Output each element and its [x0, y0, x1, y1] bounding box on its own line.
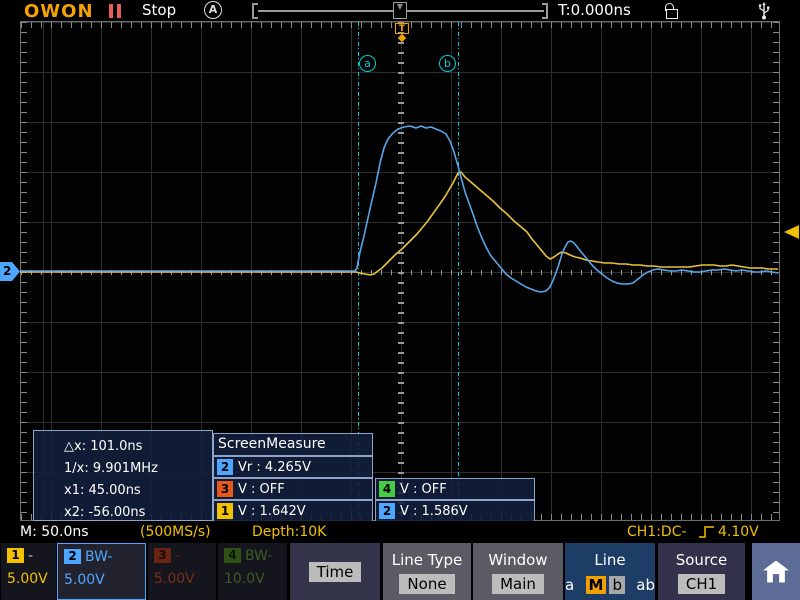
ch3-coupling: - [175, 547, 181, 564]
top-bar: OWON Stop A ▼ T:0.000ns [0, 0, 800, 22]
line-menu-cell: Line a Mb ab [565, 543, 655, 600]
usb-icon [758, 2, 770, 20]
window-menu-cell: Window Main [473, 543, 563, 600]
trigger-source-label: CH1:DC- [627, 524, 687, 540]
rising-edge-icon [699, 526, 714, 538]
channel3-button[interactable]: 3 - 5.00V [148, 543, 216, 600]
ch4-coupling: BW- [245, 547, 273, 564]
time-menu-cell: Time [290, 543, 380, 600]
ch4-badge: 4 [224, 548, 241, 563]
ch1-scale: 5.00V [7, 571, 48, 587]
line-option-m-selected[interactable]: M [585, 576, 607, 594]
ch1-badge: 1 [217, 503, 233, 519]
trigger-position-marker[interactable]: T [395, 23, 409, 34]
line-option-a[interactable]: a [565, 576, 574, 594]
bottom-menu: 1 - 5.00V 2 BW- 5.00V 3 - 5.00V 4 BW- 10… [0, 543, 800, 600]
time-button[interactable]: Time [308, 561, 362, 582]
measure-value: V : 1.642V [238, 503, 306, 519]
measure-row: 1 V : 1.642V [213, 500, 373, 522]
memory-position-marker[interactable]: ▼ [393, 2, 407, 19]
memory-window-right-bracket [542, 3, 548, 19]
measure-value: Vr : 4.265V [238, 459, 311, 475]
line-type-label: Line Type [391, 551, 463, 569]
home-button[interactable] [752, 543, 800, 600]
unlock-icon [665, 3, 679, 19]
measure-row: 4 V : OFF [375, 478, 535, 500]
run-state-label: Stop [142, 1, 177, 19]
ch1-badge: 1 [7, 548, 24, 563]
line-option-ab[interactable]: ab [636, 576, 655, 594]
measure-row: 2 V : 1.586V [375, 500, 535, 522]
status-bar: M: 50.0ns (500MS/s) Depth:10K CH1:DC- 4.… [0, 521, 800, 543]
measure-row: 3 V : OFF [213, 478, 373, 500]
memory-depth-label: Depth:10K [252, 524, 327, 540]
trigger-time-label: T:0.000ns [558, 1, 631, 19]
window-label: Window [488, 551, 548, 569]
channel4-button[interactable]: 4 BW- 10.0V [218, 543, 287, 600]
pause-icon [109, 4, 123, 18]
owon-logo: OWON [24, 1, 94, 22]
inverse-delta-x-value: 1/x: 9.901MHz [64, 461, 158, 476]
cursor-b-label: b [439, 55, 456, 72]
ch3-badge: 3 [154, 548, 171, 563]
measure-row: 2 Vr : 4.265V [213, 456, 373, 478]
line-type-menu-cell: Line Type None [383, 543, 471, 600]
source-value-button[interactable]: CH1 [677, 574, 726, 594]
ch3-scale: 5.00V [154, 571, 195, 587]
line-option-b[interactable]: b [609, 576, 625, 594]
timebase-label: M: 50.0ns [20, 524, 89, 540]
center-horizontal-ruler [21, 270, 779, 275]
source-menu-cell: Source CH1 [658, 543, 745, 600]
line-label: Line [594, 551, 626, 569]
channel2-button-selected[interactable]: 2 BW- 5.00V [57, 543, 146, 600]
screen-measure-title: ScreenMeasure [213, 433, 373, 456]
trigger-level-label: 4.10V [718, 524, 759, 540]
home-icon [763, 560, 789, 583]
ch2-coupling: BW- [85, 548, 113, 565]
trigger-level-arrow[interactable] [784, 225, 799, 239]
oscilloscope-screen: OWON Stop A ▼ T:0.000ns a b T 2 △x: 101.… [0, 0, 800, 600]
ch2-badge: 2 [64, 549, 81, 564]
ch2-badge: 2 [217, 459, 233, 475]
measure-value: V : OFF [400, 481, 447, 497]
ch2-scale: 5.00V [64, 572, 105, 588]
ch2-zero-level-marker[interactable]: 2 [0, 262, 20, 281]
delta-x-value: △x: 101.0ns [64, 439, 143, 454]
sample-rate-label: (500MS/s) [140, 524, 211, 540]
ch2-badge: 2 [379, 503, 395, 519]
line-type-value-button[interactable]: None [399, 574, 455, 594]
measure-value: V : 1.586V [400, 503, 468, 519]
measure-value: V : OFF [238, 481, 285, 497]
auto-trigger-icon: A [204, 1, 222, 19]
ch3-badge: 3 [217, 481, 233, 497]
ch4-badge: 4 [379, 481, 395, 497]
ch4-scale: 10.0V [224, 571, 265, 587]
ch1-coupling: - [28, 547, 34, 564]
cursor-b-line[interactable] [458, 22, 459, 520]
window-value-button[interactable]: Main [492, 574, 544, 594]
x1-value: x1: 45.00ns [64, 483, 141, 498]
cursor-a-label: a [359, 55, 376, 72]
cursor-readout-panel: △x: 101.0ns 1/x: 9.901MHz x1: 45.00ns x2… [33, 430, 213, 521]
channel1-button[interactable]: 1 - 5.00V [1, 543, 56, 600]
source-label: Source [675, 551, 728, 569]
